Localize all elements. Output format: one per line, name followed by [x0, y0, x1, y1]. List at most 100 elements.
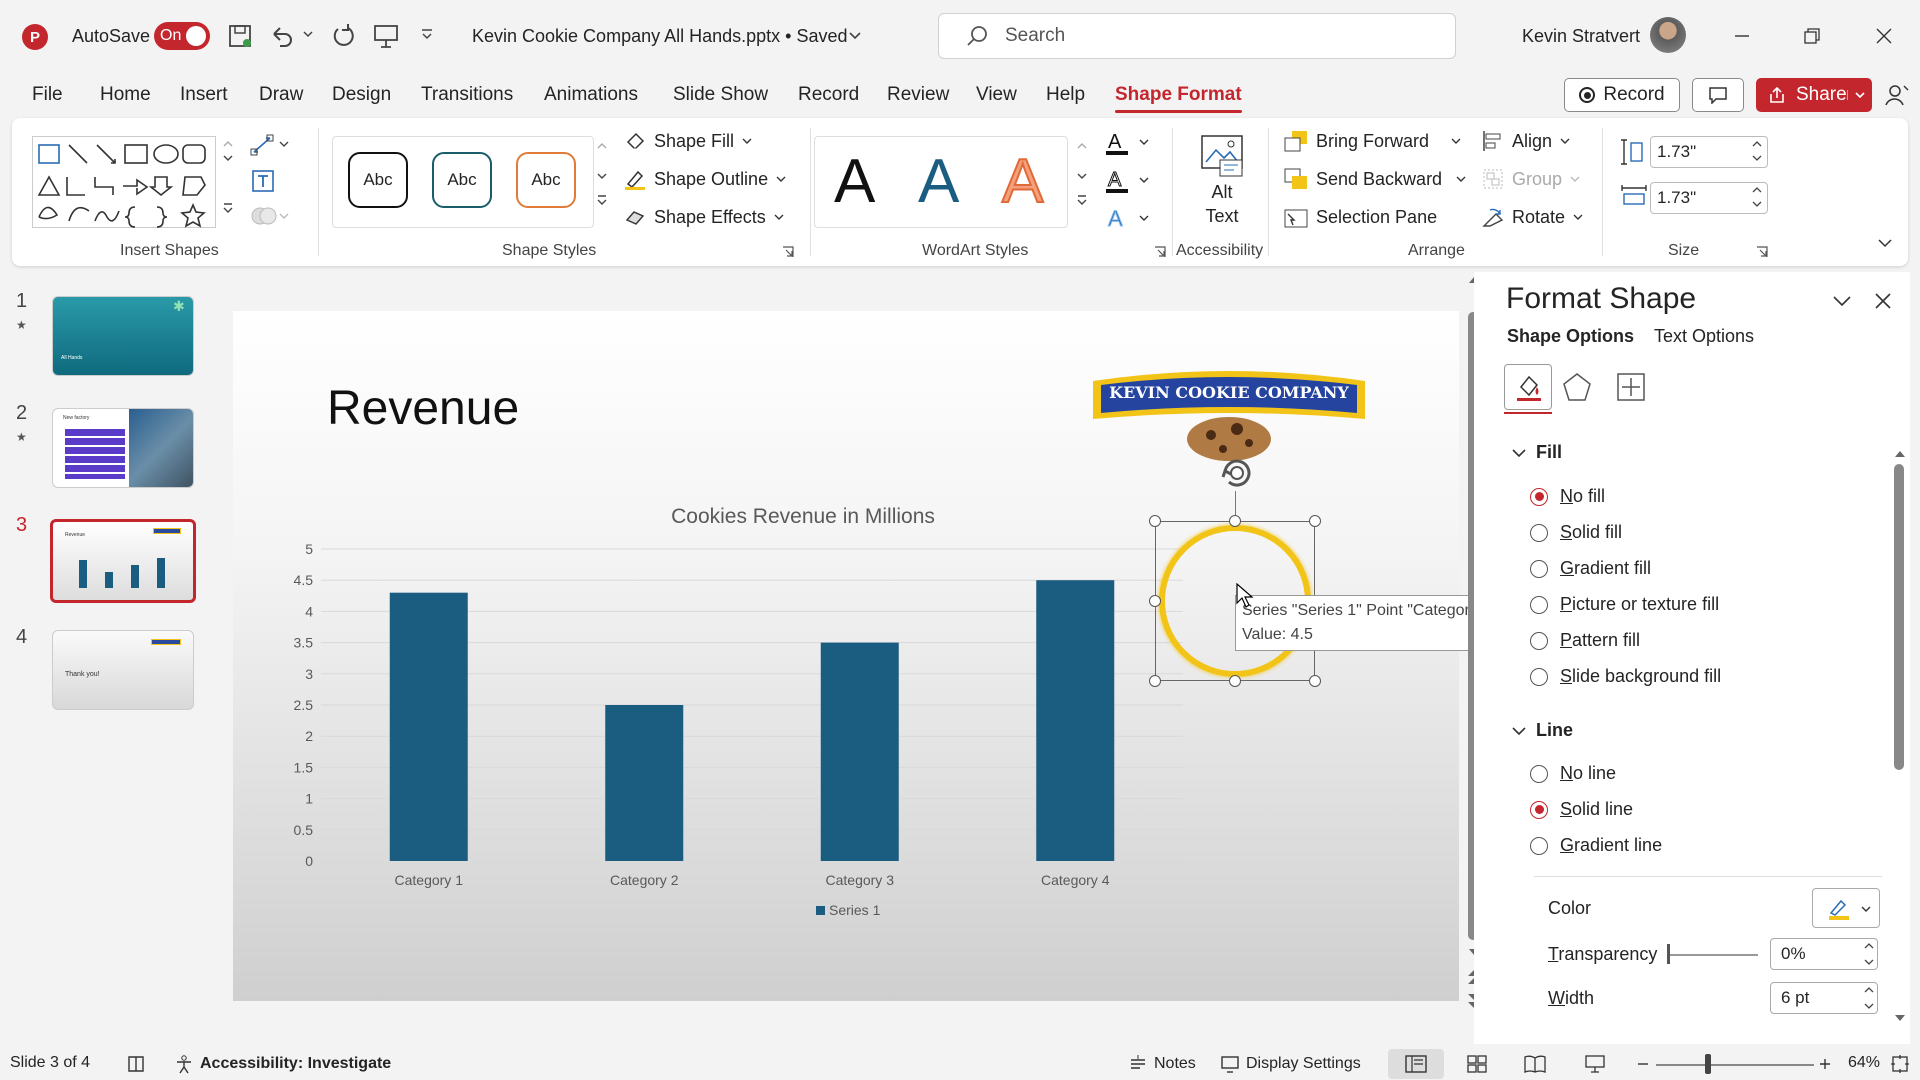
text-effects-icon[interactable]: A: [1106, 206, 1154, 232]
bring-forward-button[interactable]: Bring Forward: [1284, 130, 1461, 152]
share-button[interactable]: Share: [1756, 78, 1872, 112]
tab-home[interactable]: Home: [100, 84, 151, 106]
style-sample-black[interactable]: Abc: [348, 152, 408, 208]
file-title[interactable]: Kevin Cookie Company All Hands.pptx • Sa…: [472, 26, 848, 47]
effects-tab-pentagon-icon[interactable]: [1560, 370, 1594, 404]
size-properties-icon[interactable]: [1614, 370, 1648, 404]
rotate-handle-icon[interactable]: [1219, 455, 1255, 491]
resize-handle[interactable]: [1229, 515, 1241, 527]
tab-design[interactable]: Design: [332, 84, 391, 106]
reading-view-icon[interactable]: [1524, 1054, 1546, 1074]
width-spinner-icon[interactable]: [1752, 184, 1762, 210]
dialog-launcher-icon[interactable]: [1154, 246, 1166, 258]
restore-icon[interactable]: [1798, 22, 1826, 50]
fill-radio-picture-or-texture-fill[interactable]: Picture or texture fill: [1530, 594, 1719, 615]
draw-text-box-icon[interactable]: [250, 168, 276, 194]
shapes-gallery[interactable]: [32, 136, 216, 228]
spelling-icon[interactable]: [126, 1054, 146, 1074]
style-sample-teal[interactable]: Abc: [432, 152, 492, 208]
alt-text-button[interactable]: Alt Text: [1198, 132, 1246, 228]
undo-icon[interactable]: [268, 22, 296, 50]
line-section-header[interactable]: Line: [1536, 720, 1573, 741]
resize-handle[interactable]: [1149, 675, 1161, 687]
tab-draw[interactable]: Draw: [259, 84, 303, 106]
save-icon[interactable]: [226, 22, 254, 50]
line-width-input[interactable]: 6 pt: [1770, 982, 1878, 1014]
avatar[interactable]: [1650, 17, 1686, 53]
selection-pane-button[interactable]: Selection Pane: [1284, 206, 1437, 228]
slide-thumbnail-1[interactable]: All Hands ✱: [52, 296, 194, 376]
zoom-slider-thumb[interactable]: [1705, 1054, 1711, 1074]
shape-width-input[interactable]: 1.73": [1650, 182, 1768, 214]
send-backward-button[interactable]: Send Backward: [1284, 168, 1466, 190]
height-spinner-icon[interactable]: [1752, 138, 1762, 164]
coauthor-icon[interactable]: [1884, 82, 1910, 108]
chart-bar[interactable]: [389, 592, 468, 861]
fill-collapse-icon[interactable]: [1512, 448, 1526, 458]
tab-slide-show[interactable]: Slide Show: [673, 84, 768, 106]
fill-radio-gradient-fill[interactable]: Gradient fill: [1530, 558, 1651, 579]
autosave-toggle[interactable]: On: [154, 22, 210, 50]
zoom-level[interactable]: 64%: [1848, 1054, 1880, 1072]
line-radio-no-line[interactable]: No line: [1530, 763, 1616, 784]
tab-insert[interactable]: Insert: [180, 84, 228, 106]
line-collapse-icon[interactable]: [1512, 726, 1526, 736]
pane-scrollbar-thumb[interactable]: [1894, 464, 1904, 770]
shapes-scroll-up-icon[interactable]: [222, 138, 234, 164]
chart-bar[interactable]: [1036, 580, 1115, 861]
display-settings-button[interactable]: Display Settings: [1220, 1054, 1361, 1074]
comments-button[interactable]: [1692, 78, 1744, 112]
pane-scroll-down-icon[interactable]: [1894, 1014, 1906, 1024]
normal-view-icon[interactable]: [1405, 1054, 1427, 1074]
tab-transitions[interactable]: Transitions: [421, 84, 513, 106]
fill-line-tab[interactable]: [1504, 364, 1552, 410]
style-sample-orange[interactable]: Abc: [516, 152, 576, 208]
shape-effects-button[interactable]: Shape Effects: [624, 206, 784, 228]
fill-section-header[interactable]: Fill: [1536, 442, 1562, 463]
shape-height-input[interactable]: 1.73": [1650, 136, 1768, 168]
transparency-slider-thumb[interactable]: [1667, 944, 1670, 964]
chart-bar[interactable]: [820, 642, 899, 861]
line-radio-gradient-line[interactable]: Gradient line: [1530, 835, 1662, 856]
share-dropdown-icon[interactable]: [1846, 90, 1866, 100]
tab-file[interactable]: File: [32, 84, 63, 106]
shape-fill-button[interactable]: Shape Fill: [624, 130, 752, 152]
pane-close-icon[interactable]: [1874, 292, 1892, 310]
resize-handle[interactable]: [1229, 675, 1241, 687]
minimize-icon[interactable]: [1728, 22, 1756, 50]
wordart-sample-black[interactable]: A: [834, 146, 875, 217]
tab-shape-options[interactable]: Shape Options: [1507, 326, 1634, 347]
wordart-scroll-icon[interactable]: [1076, 140, 1088, 210]
width-spinner-icon[interactable]: [1864, 984, 1874, 1012]
text-fill-icon[interactable]: A: [1106, 130, 1154, 156]
zoom-in-icon[interactable]: [1818, 1054, 1832, 1074]
pane-options-chevron-icon[interactable]: [1832, 294, 1852, 308]
fit-to-window-icon[interactable]: [1890, 1054, 1910, 1074]
edit-shape-icon[interactable]: [250, 132, 290, 158]
wordart-sample-orange[interactable]: A: [1001, 146, 1044, 217]
pane-scroll-up-icon[interactable]: [1894, 448, 1906, 458]
resize-handle[interactable]: [1149, 515, 1161, 527]
slide-thumbnail-4[interactable]: Thank you!: [52, 630, 194, 710]
line-color-picker[interactable]: [1812, 888, 1880, 928]
fill-radio-solid-fill[interactable]: Solid fill: [1530, 522, 1622, 543]
styles-scroll-icon[interactable]: [596, 140, 608, 210]
fill-radio-pattern-fill[interactable]: Pattern fill: [1530, 630, 1640, 651]
text-outline-icon[interactable]: A: [1106, 168, 1154, 194]
align-button[interactable]: Align: [1482, 130, 1570, 152]
redo-icon[interactable]: [328, 22, 356, 50]
dialog-launcher-icon[interactable]: [782, 246, 794, 258]
rotate-button[interactable]: Rotate: [1482, 206, 1583, 228]
tab-view[interactable]: View: [976, 84, 1017, 106]
fill-radio-slide-background-fill[interactable]: Slide background fill: [1530, 666, 1721, 687]
transparency-spinner-icon[interactable]: [1864, 940, 1874, 968]
customize-toolbar-icon[interactable]: [420, 28, 434, 42]
tab-shape-format[interactable]: Shape Format: [1115, 84, 1242, 113]
tab-record[interactable]: Record: [798, 84, 859, 106]
tab-help[interactable]: Help: [1046, 84, 1085, 106]
zoom-out-icon[interactable]: [1636, 1054, 1650, 1074]
tab-text-options[interactable]: Text Options: [1654, 326, 1754, 347]
resize-handle[interactable]: [1309, 515, 1321, 527]
resize-handle[interactable]: [1309, 675, 1321, 687]
chart-bar[interactable]: [605, 705, 684, 861]
